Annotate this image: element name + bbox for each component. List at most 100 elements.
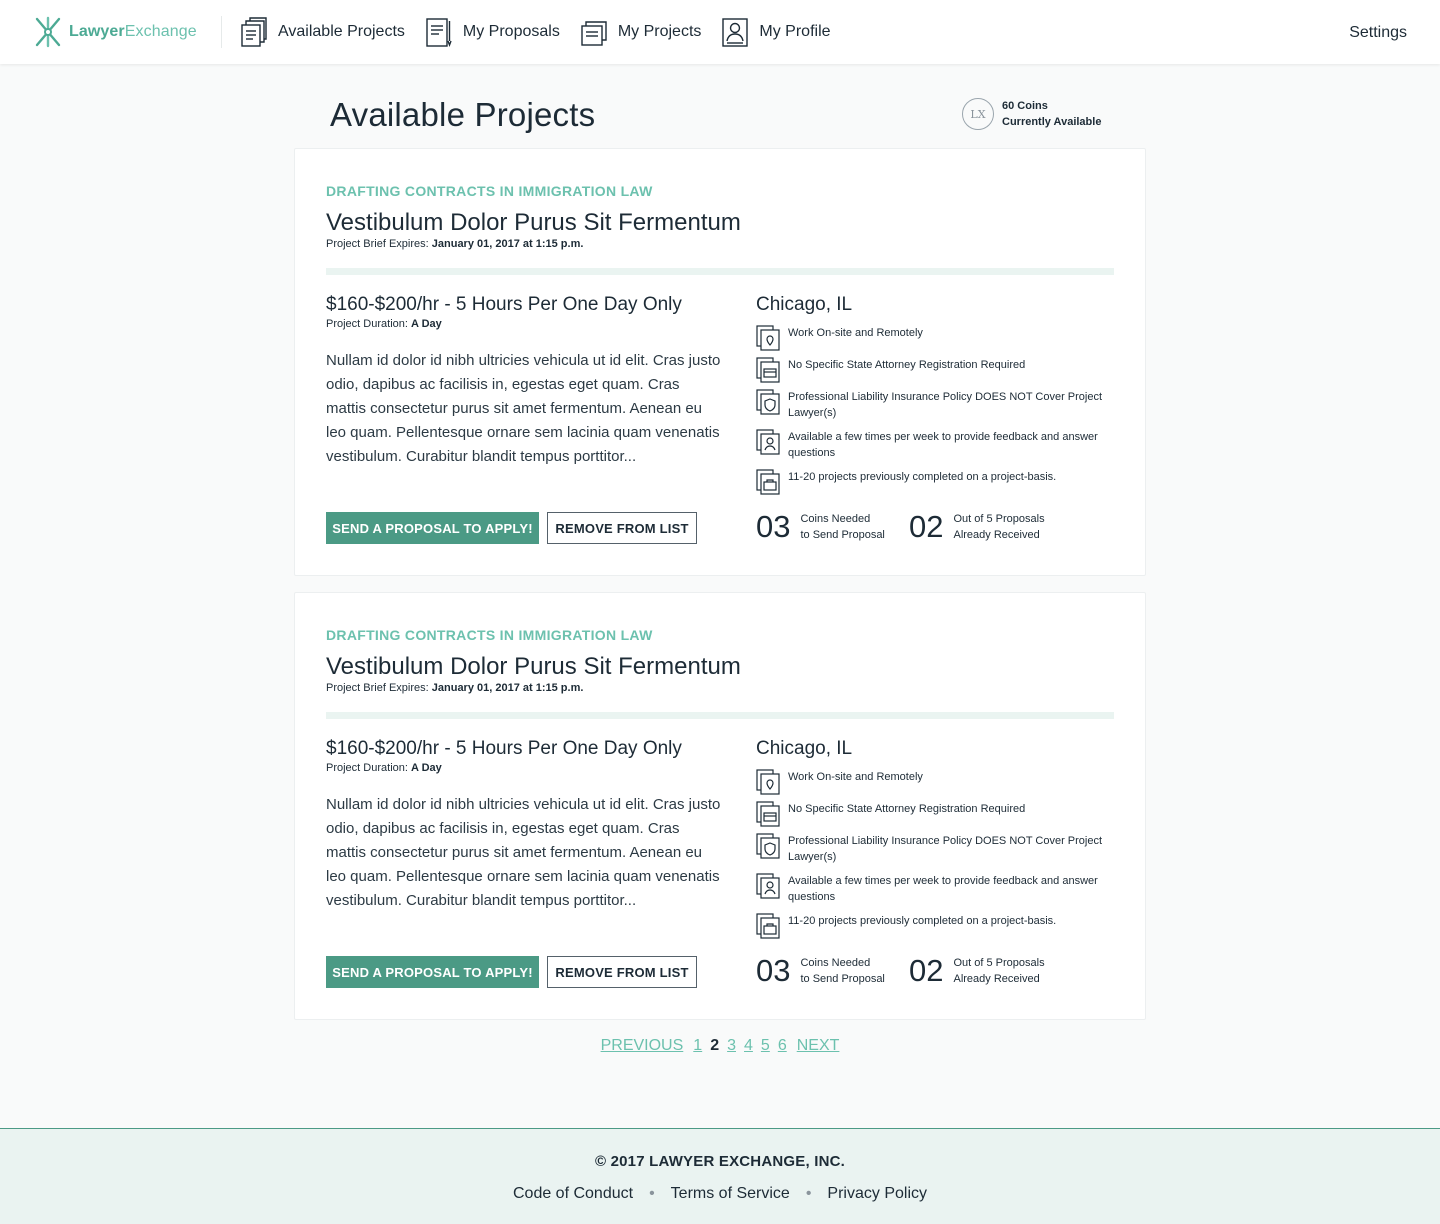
- code-of-conduct-link[interactable]: Code of Conduct: [513, 1185, 633, 1203]
- location-doc-icon: [756, 769, 780, 795]
- page-title: Available Projects: [330, 96, 596, 133]
- copyright: © 2017 LAWYER EXCHANGE, INC.: [594, 1153, 846, 1170]
- coins-needed-stat: 03 Coins Needed to Send Proposal: [756, 953, 885, 989]
- card-divider: [326, 712, 1114, 719]
- briefcase-icon: [756, 913, 780, 939]
- coins-needed-label: Coins Needed to Send Proposal: [800, 513, 885, 541]
- pagination-page-6[interactable]: 6: [778, 1037, 787, 1055]
- proposal-icon: [426, 18, 452, 47]
- card-divider: [326, 268, 1114, 275]
- coins-needed-number: 03: [756, 509, 791, 544]
- project-rate: $160-$200/hr - 5 Hours Per One Day Only: [326, 294, 682, 315]
- feature-text: Professional Liability Insurance Policy …: [788, 835, 1103, 863]
- send-proposal-button[interactable]: SEND A PROPOSAL TO APPLY!: [326, 956, 539, 988]
- nav-my-profile[interactable]: My Profile: [721, 17, 831, 47]
- person-doc-icon: [756, 429, 780, 455]
- lawyer-exchange-logo[interactable]: LawyerExchange: [34, 16, 197, 48]
- feature-item: No Specific State Attorney Registration …: [756, 801, 1108, 827]
- coin-balance-text: 60 Coins Currently Available: [1002, 98, 1101, 130]
- project-duration: Project Duration: A Day: [326, 762, 442, 774]
- project-location: Chicago, IL: [756, 294, 853, 315]
- pagination-current-page: 2: [710, 1037, 720, 1054]
- send-proposal-button[interactable]: SEND A PROPOSAL TO APPLY!: [326, 512, 539, 544]
- feature-item: 11-20 projects previously completed on a…: [756, 913, 1108, 939]
- coins-caption: Currently Available: [1002, 116, 1102, 128]
- feature-item: Available a few times per week to provid…: [756, 873, 1108, 905]
- feature-text: Available a few times per week to provid…: [788, 431, 1098, 459]
- project-title[interactable]: Vestibulum Dolor Purus Sit Fermentum: [326, 209, 741, 237]
- feature-text: 11-20 projects previously completed on a…: [788, 471, 1057, 483]
- remove-from-list-button[interactable]: REMOVE FROM LIST: [547, 956, 697, 988]
- profile-icon: [722, 18, 749, 47]
- coins-needed-stat: 03 Coins Needed to Send Proposal: [756, 509, 885, 545]
- documents-icon: [241, 17, 267, 47]
- coins-count: 60 Coins: [1002, 100, 1048, 112]
- logo-text: LawyerExchange: [69, 23, 197, 40]
- project-card: DRAFTING CONTRACTS IN IMMIGRATION LAW Ve…: [294, 148, 1146, 576]
- registration-icon: [756, 357, 780, 383]
- project-location: Chicago, IL: [756, 738, 853, 759]
- shield-icon: [756, 833, 780, 859]
- pagination-previous[interactable]: PREVIOUS: [601, 1037, 684, 1055]
- pagination-next[interactable]: NEXT: [797, 1037, 840, 1055]
- feature-item: Work On-site and Remotely: [756, 325, 1108, 351]
- nav-label: Available Projects: [278, 23, 405, 40]
- feature-item: Available a few times per week to provid…: [756, 429, 1108, 461]
- pagination-page-3[interactable]: 3: [727, 1037, 736, 1055]
- feature-text: No Specific State Attorney Registration …: [788, 803, 1026, 815]
- main-nav: Available Projects My Proposals My Proje…: [240, 16, 851, 48]
- coin-balance: LX 60 Coins Currently Available: [962, 98, 1101, 130]
- terms-of-service-link[interactable]: Terms of Service: [671, 1185, 790, 1203]
- project-expiry: Project Brief Expires: January 01, 2017 …: [326, 238, 584, 250]
- pagination-page-4[interactable]: 4: [744, 1037, 753, 1055]
- feature-text: No Specific State Attorney Registration …: [788, 359, 1026, 371]
- registration-icon: [756, 801, 780, 827]
- coins-needed-label: Coins Needed to Send Proposal: [800, 957, 885, 985]
- header-divider: [221, 16, 222, 48]
- proposals-received-stat: 02 Out of 5 Proposals Already Received: [909, 509, 1045, 545]
- pagination: PREVIOUS 1 2 3 4 5 6 NEXT: [0, 1037, 1440, 1055]
- feature-item: Professional Liability Insurance Policy …: [756, 389, 1108, 421]
- briefcase-icon: [756, 469, 780, 495]
- feature-text: Work On-site and Remotely: [788, 771, 923, 783]
- project-title[interactable]: Vestibulum Dolor Purus Sit Fermentum: [326, 653, 741, 681]
- feature-text: Available a few times per week to provid…: [788, 875, 1098, 903]
- project-description: Nullam id dolor id nibh ultricies vehicu…: [326, 352, 721, 465]
- nav-label: My Profile: [759, 23, 831, 40]
- proposals-received-label: Out of 5 Proposals Already Received: [953, 957, 1045, 985]
- person-doc-icon: [756, 873, 780, 899]
- project-description: Nullam id dolor id nibh ultricies vehicu…: [326, 796, 721, 909]
- project-category: DRAFTING CONTRACTS IN IMMIGRATION LAW: [326, 627, 653, 643]
- project-expiry: Project Brief Expires: January 01, 2017 …: [326, 682, 584, 694]
- feature-item: No Specific State Attorney Registration …: [756, 357, 1108, 383]
- location-doc-icon: [756, 325, 780, 351]
- nav-my-projects[interactable]: My Projects: [580, 17, 701, 47]
- nav-my-proposals[interactable]: My Proposals: [425, 17, 560, 47]
- shield-icon: [756, 389, 780, 415]
- remove-from-list-button[interactable]: REMOVE FROM LIST: [547, 512, 697, 544]
- feature-text: Professional Liability Insurance Policy …: [788, 391, 1103, 419]
- pagination-page-1[interactable]: 1: [693, 1037, 702, 1055]
- pagination-page-5[interactable]: 5: [761, 1037, 770, 1055]
- project-duration: Project Duration: A Day: [326, 318, 442, 330]
- privacy-policy-link[interactable]: Privacy Policy: [827, 1185, 927, 1203]
- footer-links: Code of Conduct • Terms of Service • Pri…: [0, 1185, 1440, 1203]
- settings-link[interactable]: Settings: [1349, 24, 1407, 42]
- feature-item: Professional Liability Insurance Policy …: [756, 833, 1108, 865]
- folder-icon: [581, 21, 607, 46]
- footer: © 2017 LAWYER EXCHANGE, INC. Code of Con…: [0, 1128, 1440, 1224]
- top-navigation-bar: LawyerExchange Available Projects My Pro…: [0, 0, 1440, 64]
- project-category: DRAFTING CONTRACTS IN IMMIGRATION LAW: [326, 183, 653, 199]
- feature-text: 11-20 projects previously completed on a…: [788, 915, 1057, 927]
- feature-text: Work On-site and Remotely: [788, 327, 923, 339]
- proposals-received-number: 02: [909, 953, 944, 988]
- nav-available-projects[interactable]: Available Projects: [240, 17, 405, 47]
- footer-separator: •: [649, 1185, 655, 1202]
- coins-needed-number: 03: [756, 953, 791, 988]
- proposals-received-number: 02: [909, 509, 944, 544]
- feature-item: Work On-site and Remotely: [756, 769, 1108, 795]
- project-card: DRAFTING CONTRACTS IN IMMIGRATION LAW Ve…: [294, 592, 1146, 1020]
- project-rate: $160-$200/hr - 5 Hours Per One Day Only: [326, 738, 682, 759]
- footer-separator: •: [805, 1185, 812, 1202]
- coin-icon: LX: [962, 98, 994, 130]
